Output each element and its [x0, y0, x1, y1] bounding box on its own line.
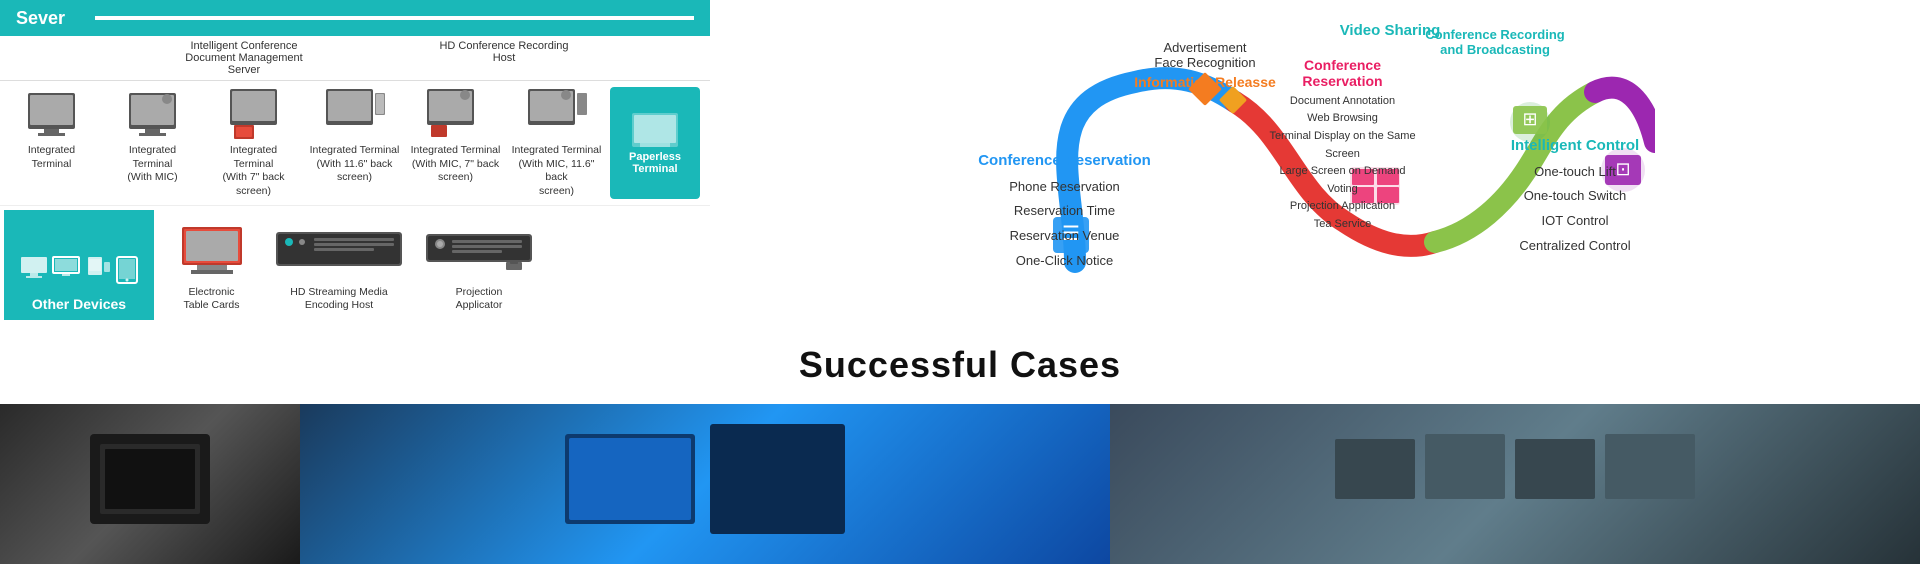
intelligent-control-items: One-touch Lift One-touch Switch IOT Cont… [1495, 160, 1655, 259]
center-diagram: ☰ ⊞ ⊡ Conferenc [710, 0, 1920, 324]
server-label: Sever [16, 8, 65, 29]
cases-images [0, 404, 1920, 564]
successful-cases-section: Successful Cases [0, 324, 1920, 396]
server-label-1: Intelligent Conference Document Manageme… [154, 38, 334, 78]
conf-reservation-center-items: Document Annotation Web Browsing Termina… [1265, 93, 1420, 234]
device-electronic-table-cards: Electronic Table Cards [164, 214, 259, 313]
successful-cases-title: Successful Cases [0, 344, 1920, 386]
conf-reservation-items: Phone Reservation Reservation Time Reser… [977, 175, 1152, 274]
case-image-mid [300, 404, 1110, 564]
conf-reservation-center-title: Conference Reservation [1265, 57, 1420, 89]
device-integrated-7-back: Integrated Terminal (With 7" back screen… [206, 87, 301, 199]
other-devices-box: Other Devices [4, 210, 154, 320]
intelligent-control-box: Intelligent Control One-touch Lift One-t… [1495, 137, 1655, 259]
device-integrated-terminal: Integrated Terminal [4, 87, 99, 199]
intelligent-control-title: Intelligent Control [1495, 137, 1655, 154]
info-release-box: Advertisement Face Recognition Informati… [1130, 40, 1280, 90]
other-devices-label: Other Devices [32, 296, 126, 312]
bottom-device-items: Electronic Table Cards [160, 210, 706, 320]
device-projection-applicator: Projection Applicator [419, 214, 539, 313]
svg-text:⊞: ⊞ [1522, 109, 1537, 129]
conf-reservation-center: Conference Reservation Document Annotati… [1265, 57, 1420, 234]
server-label-2: HD Conference Recording Host [414, 38, 594, 78]
left-panel: Sever Intelligent Conference Document Ma… [0, 0, 710, 324]
device-hd-streaming: HD Streaming Media Encoding Host [269, 214, 409, 313]
server-description [95, 16, 694, 20]
top-section: Sever Intelligent Conference Document Ma… [0, 0, 1920, 324]
device-grid-bottom: Other Devices Electronic Ta [0, 206, 710, 324]
device-integrated-11-back: Integrated Terminal (With 11.6" back scr… [307, 87, 402, 199]
info-release-title: Information Releasse [1130, 74, 1280, 90]
case-image-left [0, 404, 300, 564]
device-grid-top: Integrated Terminal Integrated Terminal … [0, 81, 710, 206]
device-integrated-terminal-mic: Integrated Terminal (With MIC) [105, 87, 200, 199]
conf-reservation-left: Conference Reservation Phone Reservation… [977, 152, 1152, 274]
video-sharing-title: Video Sharing [1325, 22, 1455, 39]
device-integrated-mic-7-back: Integrated Terminal (With MIC, 7" back s… [408, 87, 503, 199]
case-image-right [1110, 404, 1920, 564]
conf-reservation-title: Conference Reservation [977, 152, 1152, 169]
server-bar: Sever [0, 0, 710, 36]
device-paperless-terminal: Paperless Terminal [610, 87, 700, 199]
video-sharing-box: Video Sharing [1325, 22, 1455, 39]
device-integrated-mic-11-back: Integrated Terminal (With MIC, 11.6" bac… [509, 87, 604, 199]
